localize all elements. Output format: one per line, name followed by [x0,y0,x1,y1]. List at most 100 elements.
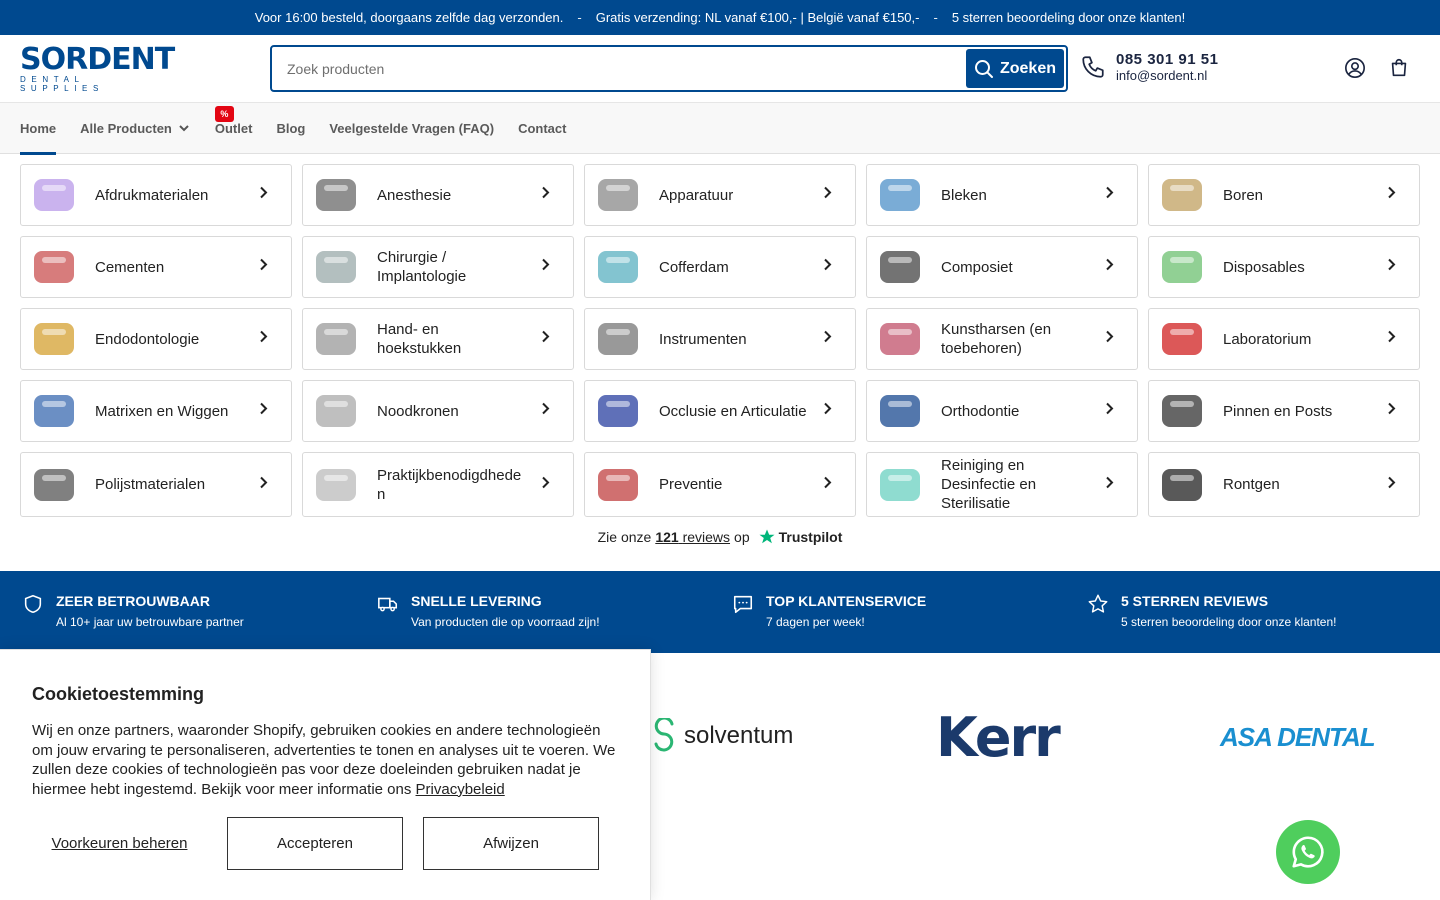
nav-blog-label: Blog [276,120,306,136]
chevron-right-icon [541,258,551,277]
category-label: Bleken [941,186,987,204]
usp-title: 5 STERREN REVIEWS [1121,593,1269,609]
trustpilot-post: op [734,529,750,545]
category-card[interactable]: Hand- en hoekstukken [302,308,574,370]
cookie-body: Wij en onze partners, waaronder Shopify,… [32,722,616,798]
brand-kerr[interactable]: Kerr [936,706,1061,769]
category-card[interactable]: Noodkronen [302,380,574,442]
category-card[interactable]: Preventie [584,452,856,517]
usp-desc: 7 dagen per week! [766,615,865,629]
category-label: Reiniging en Desinfectie en Sterilisatie [941,457,1037,512]
category-card[interactable]: Praktijkbenodigdheden [302,452,574,517]
accept-cookies-button[interactable]: Accepteren [227,817,403,870]
category-grid: Afdrukmaterialen Anesthesie Apparatuur Blek… [20,164,1420,527]
chevron-right-icon [1105,330,1115,349]
chevron-right-icon [1105,186,1115,205]
nav-faq[interactable]: Veelgestelde Vragen (FAQ) [329,103,494,154]
category-card[interactable]: Afdrukmaterialen [20,164,292,226]
nav-faq-label: Veelgestelde Vragen (FAQ) [329,120,495,136]
category-label: Polijstmaterialen [95,476,206,493]
category-card[interactable]: Disposables [1148,236,1420,298]
manage-preferences-link[interactable]: Voorkeuren beheren [32,835,207,853]
phone-number[interactable]: 085 301 91 51 [1116,51,1218,68]
chevron-right-icon [541,330,551,349]
category-image [1153,382,1211,440]
category-card[interactable]: Reiniging en Desinfectie en Sterilisatie [866,452,1138,517]
category-label: Kunstharsen (en toebehoren) [941,321,1052,357]
chevron-right-icon [259,402,269,421]
category-card[interactable]: Composiet [866,236,1138,298]
category-card[interactable]: Matrixen en Wiggen [20,380,292,442]
main-nav: Home Alle Producten % Outlet Blog Veelge… [0,103,1440,155]
usp-bar: ZEER BETROUWBAAR Al 10+ jaar uw betrouwba… [0,571,1440,653]
category-card[interactable]: Chirurgie / Implantologie [302,236,574,298]
outlet-badge: % [214,105,234,122]
category-card[interactable]: Kunstharsen (en toebehoren) [866,308,1138,370]
category-card[interactable]: Boren [1148,164,1420,226]
contact-info: 085 301 91 51 info@sordent.nl [1080,51,1218,83]
category-label: Chirurgie / Implantologie [377,249,467,285]
category-image [589,238,647,296]
privacy-policy-link[interactable]: Privacybeleid [416,781,505,798]
brand-asa-dental[interactable]: ASA DENTAL [1220,722,1376,753]
whatsapp-button[interactable] [1276,820,1340,884]
brand-solventum[interactable]: solventum [652,718,793,754]
category-image [307,382,365,440]
category-label: Composiet [941,258,1013,276]
category-image [871,382,929,440]
category-card[interactable]: Cementen [20,236,292,298]
category-card[interactable]: Rontgen [1148,452,1420,517]
category-label: Anesthesie [377,186,452,204]
usp-reviews: 5 STERREN REVIEWS 5 sterren beoordeling d… [1065,571,1420,653]
chevron-right-icon [259,330,269,349]
category-image [25,238,83,296]
nav-outlet[interactable]: % Outlet [214,103,252,154]
category-image [25,456,83,514]
category-image [1153,166,1211,224]
trustpilot-count: 121 [655,529,679,545]
category-card[interactable]: Bleken [866,164,1138,226]
usp-desc: Al 10+ jaar uw betrouwbare partner [56,615,244,629]
phone-icon [1082,56,1104,78]
category-label: Hand- en hoekstukken [377,321,462,357]
announcement-free-shipping: Gratis verzending: NL vanaf €100,- | Bel… [595,10,920,25]
usp-reliable: ZEER BETROUWBAAR Al 10+ jaar uw betrouwba… [0,571,355,653]
category-label: Endodontologie [95,330,200,348]
category-card[interactable]: Anesthesie [302,164,574,226]
usp-title: ZEER BETROUWBAAR [56,593,210,609]
brand-asa-name: ASA DENTAL [1220,722,1376,752]
category-card[interactable]: Polijstmaterialen [20,452,292,517]
category-label: Cofferdam [659,258,729,276]
search-input[interactable] [272,60,966,77]
category-card[interactable]: Orthodontie [866,380,1138,442]
trustpilot-reviews-word: reviews [682,529,731,545]
category-card[interactable]: Instrumenten [584,308,856,370]
search-button[interactable]: Zoeken [966,49,1064,88]
trustpilot-reviews-link[interactable]: 121 reviews [655,529,730,545]
category-image [307,166,365,224]
cart-icon[interactable] [1388,57,1410,79]
nav-blog[interactable]: Blog [276,103,305,154]
category-card[interactable]: Occlusie en Articulatie [584,380,856,442]
chevron-right-icon [1387,330,1397,349]
category-card[interactable]: Laboratorium [1148,308,1420,370]
site-logo[interactable]: SORDENT DENTAL SUPPLIES [20,44,175,93]
chevron-right-icon [541,402,551,421]
category-card[interactable]: Endodontologie [20,308,292,370]
nav-all-products[interactable]: Alle Producten [80,103,191,154]
category-card[interactable]: Apparatuur [584,164,856,226]
chevron-right-icon [1387,475,1397,494]
category-card[interactable]: Cofferdam [584,236,856,298]
logo-tagline: DENTAL SUPPLIES [20,74,104,93]
chevron-right-icon [823,330,833,349]
category-image [1153,238,1211,296]
brand-kerr-name: Kerr [936,706,1061,769]
account-icon[interactable] [1344,57,1366,79]
decline-cookies-button[interactable]: Afwijzen [423,817,599,870]
email-address[interactable]: info@sordent.nl [1116,68,1218,83]
chevron-right-icon [541,475,551,494]
nav-home[interactable]: Home [20,103,57,155]
trustpilot-widget[interactable]: Zie onze 121 reviews op Trustpilot [0,528,1440,546]
nav-contact[interactable]: Contact [518,103,566,154]
category-card[interactable]: Pinnen en Posts [1148,380,1420,442]
